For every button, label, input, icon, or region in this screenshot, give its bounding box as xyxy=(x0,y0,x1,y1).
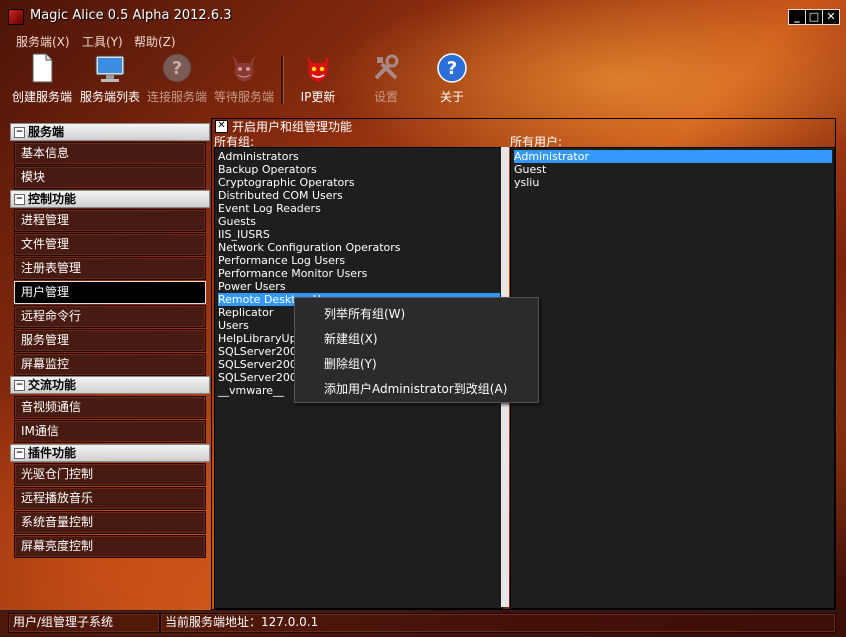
help-circle-icon: ? xyxy=(437,53,467,83)
about-button[interactable]: ? 关于 xyxy=(422,50,482,106)
menu-tools[interactable]: 工具(Y) xyxy=(82,33,123,50)
users-list[interactable]: Administrator Guest ysliu xyxy=(510,147,835,609)
list-item[interactable]: Administrators xyxy=(218,150,299,163)
sidebar-item-modules[interactable]: 模块 xyxy=(14,166,206,189)
help-circle-icon: ? xyxy=(162,53,192,83)
app-icon xyxy=(8,9,24,25)
list-item[interactable]: Backup Operators xyxy=(218,163,317,176)
sidebar-item-files[interactable]: 文件管理 xyxy=(14,233,206,256)
list-item-selected[interactable]: Administrator xyxy=(514,150,832,163)
sidebar-item-basic-info[interactable]: 基本信息 xyxy=(14,142,206,165)
window-title: Magic Alice 0.5 Alpha 2012.6.3 xyxy=(30,8,232,23)
tools-icon xyxy=(374,54,399,80)
list-item[interactable]: IIS_IUSRS xyxy=(218,228,270,241)
close-button[interactable]: ✕ xyxy=(822,9,840,25)
ip-update-button[interactable]: IP更新 xyxy=(288,50,348,106)
monitor-icon xyxy=(95,55,125,82)
wait-server-button[interactable]: 等待服务端 xyxy=(212,50,276,106)
sidebar-item-im[interactable]: IM通信 xyxy=(14,420,206,443)
svg-text:?: ? xyxy=(447,58,457,79)
devil-icon xyxy=(233,55,255,82)
list-item[interactable]: Replicator xyxy=(218,306,273,319)
list-item[interactable]: SQLServer2005 xyxy=(218,345,304,358)
list-item[interactable]: Guest xyxy=(514,163,546,176)
svg-text:?: ? xyxy=(172,58,182,79)
menu-help[interactable]: 帮助(Z) xyxy=(134,33,176,50)
menu-item-list-groups[interactable]: 列举所有组(W) xyxy=(324,305,405,322)
settings-button[interactable]: 设置 xyxy=(356,50,416,106)
list-item[interactable]: ysliu xyxy=(514,176,539,189)
sidebar-item-av-chat[interactable]: 音视频通信 xyxy=(14,396,206,419)
minimize-button[interactable]: _ xyxy=(788,9,806,25)
list-item[interactable]: Power Users xyxy=(218,280,286,293)
list-item[interactable]: Performance Log Users xyxy=(218,254,345,267)
menu-server[interactable]: 服务端(X) xyxy=(16,33,70,50)
collapse-icon: − xyxy=(14,448,25,459)
sidebar-item-services[interactable]: 服务管理 xyxy=(14,329,206,352)
list-item[interactable]: Event Log Readers xyxy=(218,202,321,215)
list-item[interactable]: Users xyxy=(218,319,249,332)
devil-icon xyxy=(307,55,329,82)
section-header-server[interactable]: − 服务端 xyxy=(10,123,210,141)
section-header-control[interactable]: − 控制功能 xyxy=(10,190,210,208)
collapse-icon: − xyxy=(14,127,25,138)
sidebar-item-volume[interactable]: 系统音量控制 xyxy=(14,511,206,534)
menu-item-new-group[interactable]: 新建组(X) xyxy=(324,330,378,347)
collapse-icon: − xyxy=(14,194,25,205)
sidebar-item-brightness[interactable]: 屏幕亮度控制 xyxy=(14,535,206,558)
document-icon xyxy=(32,53,53,83)
server-list-button[interactable]: 服务端列表 xyxy=(78,50,142,106)
sidebar-item-remote-music[interactable]: 远程播放音乐 xyxy=(14,487,206,510)
enable-checkbox[interactable]: ✕ xyxy=(215,120,228,133)
list-item[interactable]: __vmware__ xyxy=(218,384,284,397)
sidebar-item-remote-cmd[interactable]: 远程命令行 xyxy=(14,305,206,328)
sidebar-item-users[interactable]: 用户管理 xyxy=(14,281,206,304)
list-item[interactable]: Guests xyxy=(218,215,256,228)
list-item[interactable]: SQLServer2005 xyxy=(218,358,304,371)
status-subsystem: 用户/组管理子系统 xyxy=(8,613,160,633)
section-header-plugins[interactable]: − 插件功能 xyxy=(10,444,210,462)
menu-item-add-user-to-group[interactable]: 添加用户Administrator到改组(A) xyxy=(324,380,507,397)
context-menu: 列举所有组(W) 新建组(X) 删除组(Y) 添加用户Administrator… xyxy=(294,297,539,403)
maximize-button[interactable]: □ xyxy=(805,9,823,25)
sidebar-item-process[interactable]: 进程管理 xyxy=(14,209,206,232)
toolbar-separator xyxy=(281,56,284,104)
section-header-communication[interactable]: − 交流功能 xyxy=(10,376,210,394)
list-item[interactable]: Cryptographic Operators xyxy=(218,176,355,189)
sidebar-item-screen-monitor[interactable]: 屏幕监控 xyxy=(14,353,206,376)
list-item[interactable]: SQLServer2005 xyxy=(218,371,304,384)
menu-item-delete-group[interactable]: 删除组(Y) xyxy=(324,355,377,372)
sidebar-item-cd-tray[interactable]: 光驱仓门控制 xyxy=(14,463,206,486)
list-item[interactable]: Distributed COM Users xyxy=(218,189,343,202)
status-server-address: 当前服务端地址：127.0.0.1 xyxy=(160,613,836,633)
connect-server-button[interactable]: ? 连接服务端 xyxy=(145,50,209,106)
list-item[interactable]: Performance Monitor Users xyxy=(218,267,367,280)
collapse-icon: − xyxy=(14,380,25,391)
create-server-button[interactable]: 创建服务端 xyxy=(10,50,74,106)
sidebar-item-registry[interactable]: 注册表管理 xyxy=(14,257,206,280)
list-item[interactable]: Network Configuration Operators xyxy=(218,241,401,254)
